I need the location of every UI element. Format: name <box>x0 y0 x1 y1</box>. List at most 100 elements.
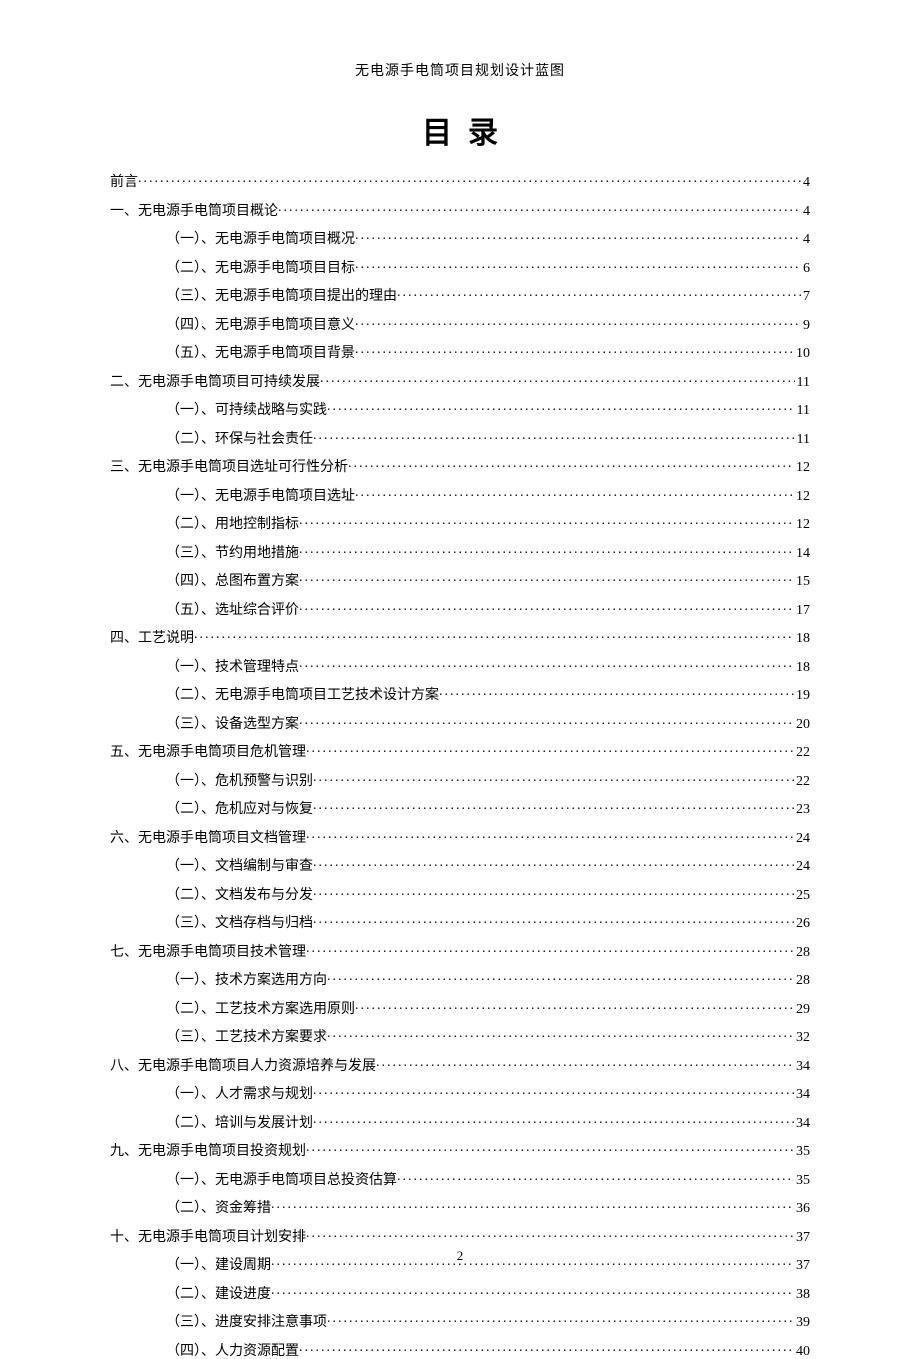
toc-leader <box>313 1084 794 1098</box>
toc-entry-label: 二、无电源手电筒项目可持续发展 <box>110 376 320 390</box>
toc-leader <box>313 885 794 899</box>
toc-entry: （一）、技术管理特点 18 <box>110 657 810 675</box>
toc-entry-page: 26 <box>794 917 810 931</box>
toc-entry-page: 18 <box>794 632 810 646</box>
toc-entry: （二）、建设进度38 <box>110 1284 810 1302</box>
toc-title: 目录 <box>110 108 810 152</box>
toc-leader <box>397 1170 794 1184</box>
toc-entry-page: 28 <box>794 974 810 988</box>
toc-entry-label: （三）、节约用地措施 <box>166 547 299 561</box>
toc-leader <box>376 1056 794 1070</box>
toc-entry-label: （一）、无电源手电筒项目总投资估算 <box>166 1174 397 1188</box>
toc-entry-label: （五）、选址综合评价 <box>166 604 299 618</box>
toc-entry-page: 37 <box>794 1231 810 1245</box>
toc-entry-page: 24 <box>794 860 810 874</box>
toc-entry-label: 九、无电源手电筒项目投资规划 <box>110 1145 306 1159</box>
toc-entry: 四、工艺说明 18 <box>110 628 810 646</box>
toc-entry: 八、无电源手电筒项目人力资源培养与发展34 <box>110 1056 810 1074</box>
toc-entry: （三）、无电源手电筒项目提出的理由7 <box>110 286 810 304</box>
toc-entry-label: （一）、文档编制与审查 <box>166 860 313 874</box>
toc-entry: （一）、可持续战略与实践 11 <box>110 400 810 418</box>
toc-entry: （二）、工艺技术方案选用原则 29 <box>110 999 810 1017</box>
toc-entry-page: 35 <box>794 1174 810 1188</box>
toc-leader <box>327 1027 794 1041</box>
toc-entry: （一）、危机预警与识别22 <box>110 771 810 789</box>
toc-entry-page: 28 <box>794 946 810 960</box>
toc-entry: （一）、文档编制与审查 24 <box>110 856 810 874</box>
toc-entry-label: 一、无电源手电筒项目概论 <box>110 205 278 219</box>
toc-leader <box>299 543 794 557</box>
toc-entry: 五、无电源手电筒项目危机管理22 <box>110 742 810 760</box>
toc-entry-page: 4 <box>801 205 810 219</box>
toc-entry-label: （一）、可持续战略与实践 <box>166 404 327 418</box>
page-header: 无电源手电筒项目规划设计蓝图 <box>110 60 810 80</box>
table-of-contents: 前言4一、无电源手电筒项目概论4（一）、无电源手电筒项目概况4（二）、无电源手电… <box>110 172 810 1359</box>
toc-entry-label: （三）、无电源手电筒项目提出的理由 <box>166 290 397 304</box>
toc-entry-page: 39 <box>794 1316 810 1330</box>
toc-entry: （一）、人才需求与规划34 <box>110 1084 810 1102</box>
toc-entry: （二）、资金筹措36 <box>110 1198 810 1216</box>
toc-leader <box>299 1341 794 1355</box>
toc-entry-label: （一）、技术管理特点 <box>166 661 299 675</box>
toc-entry-page: 29 <box>794 1003 810 1017</box>
toc-leader <box>355 343 794 357</box>
toc-leader <box>306 1141 794 1155</box>
toc-leader <box>271 1284 794 1298</box>
toc-entry-label: （三）、进度安排注意事项 <box>166 1316 327 1330</box>
toc-entry-label: 六、无电源手电筒项目文档管理 <box>110 832 306 846</box>
toc-entry-label: 八、无电源手电筒项目人力资源培养与发展 <box>110 1060 376 1074</box>
toc-leader <box>355 315 801 329</box>
toc-entry-page: 24 <box>794 832 810 846</box>
toc-leader <box>278 201 801 215</box>
toc-entry-label: （一）、人才需求与规划 <box>166 1088 313 1102</box>
toc-entry-page: 11 <box>795 404 810 418</box>
toc-entry: （三）、设备选型方案20 <box>110 714 810 732</box>
toc-entry-label: （三）、工艺技术方案要求 <box>166 1031 327 1045</box>
toc-entry: （二）、环保与社会责任11 <box>110 429 810 447</box>
toc-entry-page: 38 <box>794 1288 810 1302</box>
toc-entry: （四）、无电源手电筒项目意义9 <box>110 315 810 333</box>
toc-entry: 三、无电源手电筒项目选址可行性分析12 <box>110 457 810 475</box>
toc-entry-label: （一）、无电源手电筒项目选址 <box>166 490 355 504</box>
toc-leader <box>313 429 795 443</box>
toc-entry-label: 四、工艺说明 <box>110 632 194 646</box>
toc-entry-label: （二）、工艺技术方案选用原则 <box>166 1003 355 1017</box>
toc-leader <box>348 457 794 471</box>
toc-entry-label: （三）、文档存档与归档 <box>166 917 313 931</box>
toc-entry-page: 4 <box>801 233 810 247</box>
toc-leader <box>355 486 794 500</box>
toc-leader <box>355 258 801 272</box>
toc-entry: （三）、节约用地措施 14 <box>110 543 810 561</box>
toc-entry: 九、无电源手电筒项目投资规划35 <box>110 1141 810 1159</box>
toc-leader <box>313 1113 794 1127</box>
toc-leader <box>320 372 795 386</box>
toc-entry: （一）、无电源手电筒项目总投资估算 35 <box>110 1170 810 1188</box>
toc-leader <box>306 1227 794 1241</box>
toc-leader <box>299 657 794 671</box>
toc-entry-page: 25 <box>794 889 810 903</box>
toc-leader <box>194 628 794 642</box>
toc-entry: 二、无电源手电筒项目可持续发展11 <box>110 372 810 390</box>
toc-entry: （三）、文档存档与归档 26 <box>110 913 810 931</box>
toc-leader <box>355 229 801 243</box>
toc-entry: （二）、无电源手电筒项目工艺技术设计方案19 <box>110 685 810 703</box>
toc-entry-page: 4 <box>801 176 810 190</box>
toc-entry-page: 11 <box>795 433 810 447</box>
toc-entry-page: 12 <box>794 518 810 532</box>
toc-entry-page: 18 <box>794 661 810 675</box>
toc-entry-label: （二）、用地控制指标 <box>166 518 299 532</box>
toc-leader <box>306 742 794 756</box>
toc-entry-page: 22 <box>794 746 810 760</box>
page-number: 2 <box>0 1248 920 1264</box>
toc-entry-label: （一）、技术方案选用方向 <box>166 974 327 988</box>
toc-leader <box>299 571 794 585</box>
toc-entry-page: 40 <box>794 1345 810 1359</box>
toc-entry-label: （二）、文档发布与分发 <box>166 889 313 903</box>
toc-entry-label: （二）、无电源手电筒项目目标 <box>166 262 355 276</box>
toc-leader <box>327 400 795 414</box>
toc-leader <box>138 172 801 186</box>
toc-entry-label: （二）、危机应对与恢复 <box>166 803 313 817</box>
toc-entry-page: 14 <box>794 547 810 561</box>
toc-entry-page: 12 <box>794 490 810 504</box>
toc-entry-page: 17 <box>794 604 810 618</box>
